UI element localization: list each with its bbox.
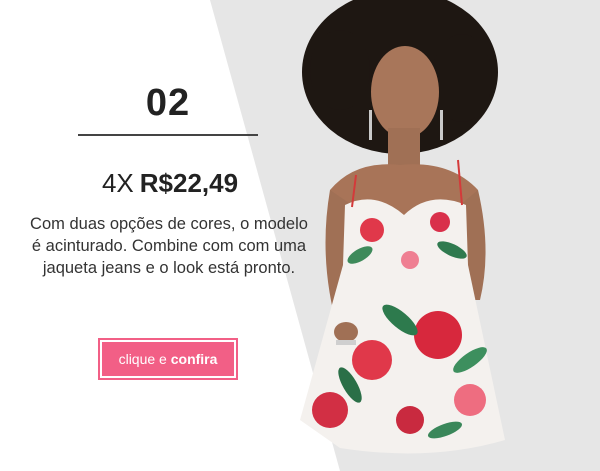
cta-prefix: clique e [118, 351, 167, 367]
product-description: Com duas opções de cores, o modelo é aci… [30, 215, 308, 277]
price-line: 4X R$22,49 [40, 168, 300, 199]
confira-button[interactable]: clique e confira [98, 338, 238, 380]
installments: 4X [101, 168, 134, 198]
cta-bold: confira [170, 351, 218, 367]
divider [78, 134, 258, 136]
product-card: 02 4X R$22,49 Com duas opções de cores, o… [0, 0, 600, 471]
item-number: 02 [145, 82, 191, 124]
price-value: R$22,49 [139, 168, 239, 198]
